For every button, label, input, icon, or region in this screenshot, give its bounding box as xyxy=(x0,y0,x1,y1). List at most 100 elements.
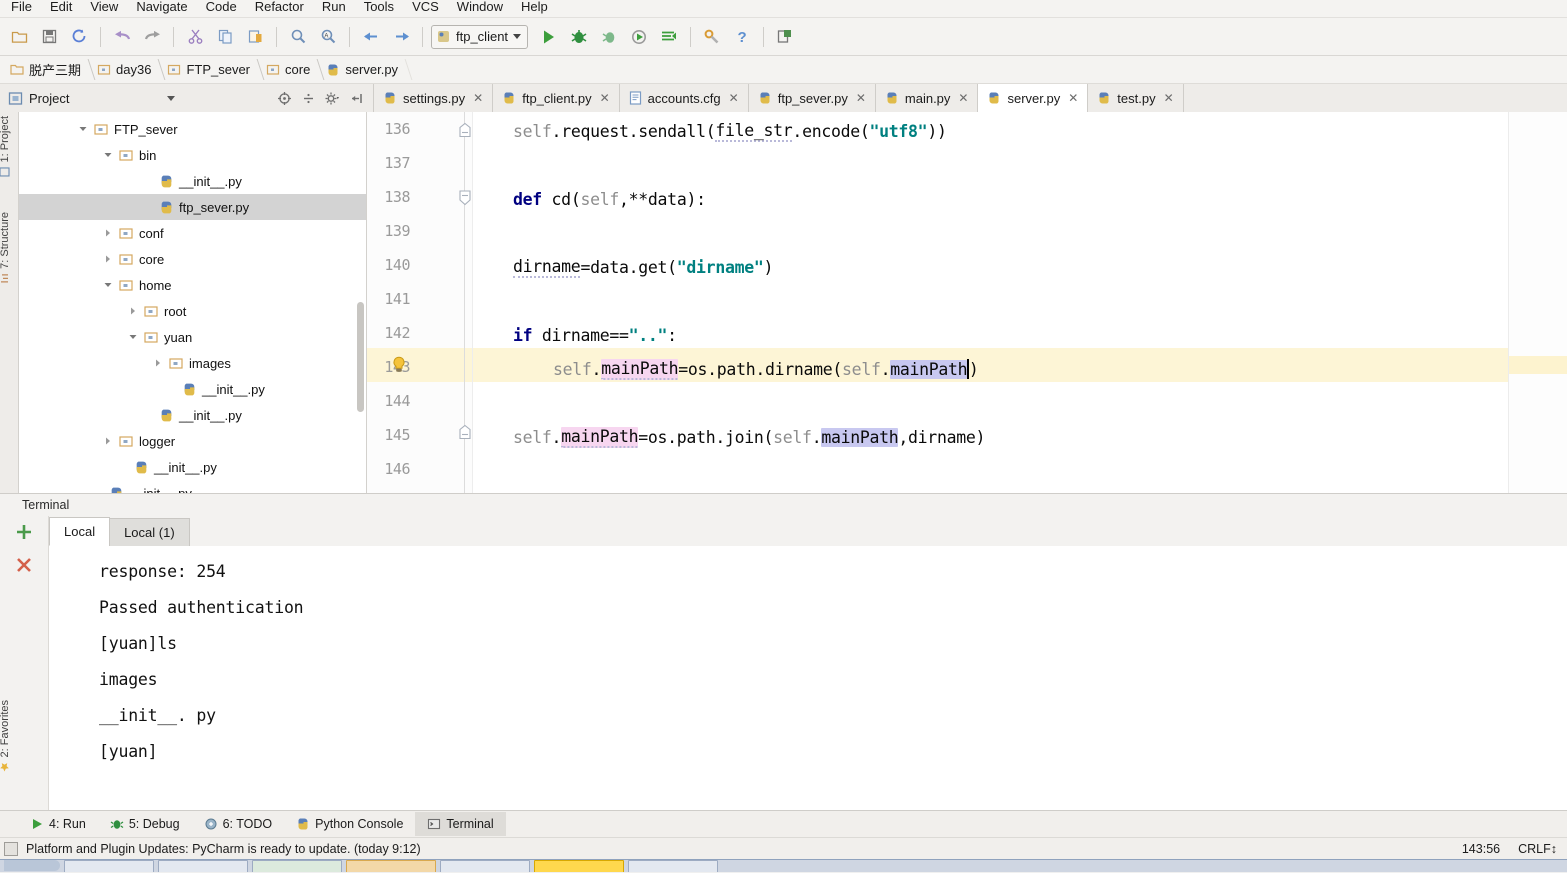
update-icon[interactable] xyxy=(770,23,800,51)
menu-item-run[interactable]: Run xyxy=(313,0,355,14)
sync-icon[interactable] xyxy=(64,23,94,51)
locate-icon[interactable] xyxy=(273,87,295,109)
editor-tab-main-py[interactable]: main.py ✕ xyxy=(875,84,979,112)
tree-item-home-init-py[interactable]: __init__.py xyxy=(19,402,366,428)
cut-icon[interactable] xyxy=(180,23,210,51)
menu-item-help[interactable]: Help xyxy=(512,0,557,14)
tree-item-bin[interactable]: bin xyxy=(19,142,366,168)
taskbar-item[interactable] xyxy=(252,860,342,872)
taskbar-item[interactable] xyxy=(534,860,624,872)
collapse-all-icon[interactable] xyxy=(297,87,319,109)
project-tree-scrollbar[interactable] xyxy=(357,302,364,412)
breadcrumb-item-root[interactable]: 脱产三期 xyxy=(4,56,91,83)
close-icon[interactable]: ✕ xyxy=(600,91,610,105)
bottom-button-python-console[interactable]: Python Console xyxy=(284,812,415,836)
editor-tab-settings-py[interactable]: settings.py ✕ xyxy=(374,84,494,112)
close-tab-icon[interactable] xyxy=(14,555,34,578)
taskbar-item[interactable] xyxy=(64,860,154,872)
tree-item-bin-init-py[interactable]: __init__.py xyxy=(19,168,366,194)
close-icon[interactable]: ✕ xyxy=(1068,91,1078,105)
intention-bulb-icon[interactable] xyxy=(391,356,407,377)
rail-button-favorites[interactable]: 2: Favorites xyxy=(0,700,18,810)
breadcrumb-item-day36[interactable]: day36 xyxy=(91,56,161,83)
debug-icon[interactable] xyxy=(564,23,594,51)
tree-item-conf[interactable]: conf xyxy=(19,220,366,246)
chevron-right-icon[interactable] xyxy=(127,305,139,317)
run-icon[interactable] xyxy=(534,23,564,51)
run-with-console-icon[interactable] xyxy=(654,23,684,51)
redo-icon[interactable] xyxy=(137,23,167,51)
menu-item-file[interactable]: File xyxy=(2,0,41,14)
menu-item-edit[interactable]: Edit xyxy=(41,0,81,14)
editor-tab-test-py[interactable]: test.py ✕ xyxy=(1088,84,1184,112)
chevron-down-icon[interactable] xyxy=(127,331,139,343)
add-tab-icon[interactable] xyxy=(14,522,34,545)
breadcrumb-item-core[interactable]: core xyxy=(260,56,320,83)
bottom-button-run[interactable]: 4: Run xyxy=(18,812,98,836)
chevron-right-icon[interactable] xyxy=(102,435,114,447)
code-editor[interactable]: 136 137 138 139 140 141 142 143 144 145 … xyxy=(367,112,1567,493)
fold-start-icon[interactable] xyxy=(457,189,473,209)
breadcrumb-item-server-py[interactable]: server.py xyxy=(320,56,408,83)
hide-panel-icon[interactable] xyxy=(345,87,367,109)
menu-item-view[interactable]: View xyxy=(81,0,127,14)
taskbar-item[interactable] xyxy=(158,860,248,872)
fold-end-icon[interactable] xyxy=(457,122,473,142)
breadcrumb-item-ftp-sever[interactable]: FTP_sever xyxy=(161,56,260,83)
editor-gutter[interactable]: 136 137 138 139 140 141 142 143 144 145 … xyxy=(367,112,473,493)
chevron-down-icon[interactable] xyxy=(77,123,89,135)
editor-tab-server-py[interactable]: server.py ✕ xyxy=(978,84,1089,112)
code-text-area[interactable]: self. request. sendall(file_str. encode("ut… xyxy=(473,112,1508,493)
menu-item-navigate[interactable]: Navigate xyxy=(127,0,196,14)
chevron-down-icon[interactable] xyxy=(167,95,176,101)
chevron-down-icon[interactable] xyxy=(513,34,522,39)
bottom-button-debug[interactable]: 5: Debug xyxy=(98,812,192,836)
tree-item-ftp-init-py[interactable]: __init__.py xyxy=(19,454,366,480)
open-folder-icon[interactable] xyxy=(4,23,34,51)
tree-item-yuan[interactable]: yuan xyxy=(19,324,366,350)
help-icon[interactable]: ? xyxy=(727,23,757,51)
tree-item-logger[interactable]: logger xyxy=(19,428,366,454)
tree-item-images[interactable]: images xyxy=(19,350,366,376)
status-message[interactable]: Platform and Plugin Updates: PyCharm is … xyxy=(26,842,421,856)
line-separator[interactable]: CRLF↕ xyxy=(1518,842,1557,856)
tree-item-ftp-sever-py[interactable]: ftp_sever.py xyxy=(19,194,366,220)
save-all-icon[interactable] xyxy=(34,23,64,51)
forward-icon[interactable] xyxy=(386,23,416,51)
tree-item-root[interactable]: root xyxy=(19,298,366,324)
chevron-right-icon[interactable] xyxy=(102,253,114,265)
editor-tab-accounts-cfg[interactable]: accounts.cfg ✕ xyxy=(619,84,749,112)
profile-icon[interactable] xyxy=(624,23,654,51)
menu-item-code[interactable]: Code xyxy=(197,0,246,14)
tree-item-core[interactable]: core xyxy=(19,246,366,272)
rail-button-project[interactable]: 1: Project xyxy=(0,116,11,177)
chevron-right-icon[interactable] xyxy=(102,227,114,239)
replace-icon[interactable]: A xyxy=(313,23,343,51)
close-icon[interactable]: ✕ xyxy=(958,91,968,105)
terminal-tab-local[interactable]: Local xyxy=(49,517,111,546)
menu-item-tools[interactable]: Tools xyxy=(355,0,403,14)
status-indicator-box[interactable] xyxy=(4,841,18,856)
menu-item-refactor[interactable]: Refactor xyxy=(246,0,313,14)
copy-icon[interactable] xyxy=(210,23,240,51)
close-icon[interactable]: ✕ xyxy=(729,91,739,105)
taskbar-item[interactable] xyxy=(346,860,436,872)
caret-position[interactable]: 143:56 xyxy=(1462,842,1500,856)
terminal-tab-local-1[interactable]: Local (1) xyxy=(109,518,190,546)
tree-item-home[interactable]: home xyxy=(19,272,366,298)
editor-error-stripe[interactable] xyxy=(1508,112,1567,493)
chevron-down-icon[interactable] xyxy=(102,149,114,161)
bottom-button-todo[interactable]: 6: TODO xyxy=(192,812,285,836)
taskbar-start-button[interactable] xyxy=(4,860,60,871)
menu-item-vcs[interactable]: VCS xyxy=(403,0,448,14)
close-icon[interactable]: ✕ xyxy=(473,91,483,105)
bottom-button-terminal[interactable]: Terminal xyxy=(415,812,506,836)
rail-button-structure[interactable]: 7: Structure xyxy=(0,212,11,284)
taskbar-item[interactable] xyxy=(440,860,530,872)
close-icon[interactable]: ✕ xyxy=(1164,91,1174,105)
tree-item-ftp-sever[interactable]: FTP_sever xyxy=(19,116,366,142)
tree-item-yuan-init-py[interactable]: __init__.py xyxy=(19,376,366,402)
editor-tab-ftp-sever-py[interactable]: ftp_sever.py ✕ xyxy=(748,84,876,112)
close-icon[interactable]: ✕ xyxy=(856,91,866,105)
project-tree-panel[interactable]: FTP_sever bin __init__.py ftp_sever.py c… xyxy=(19,112,367,493)
